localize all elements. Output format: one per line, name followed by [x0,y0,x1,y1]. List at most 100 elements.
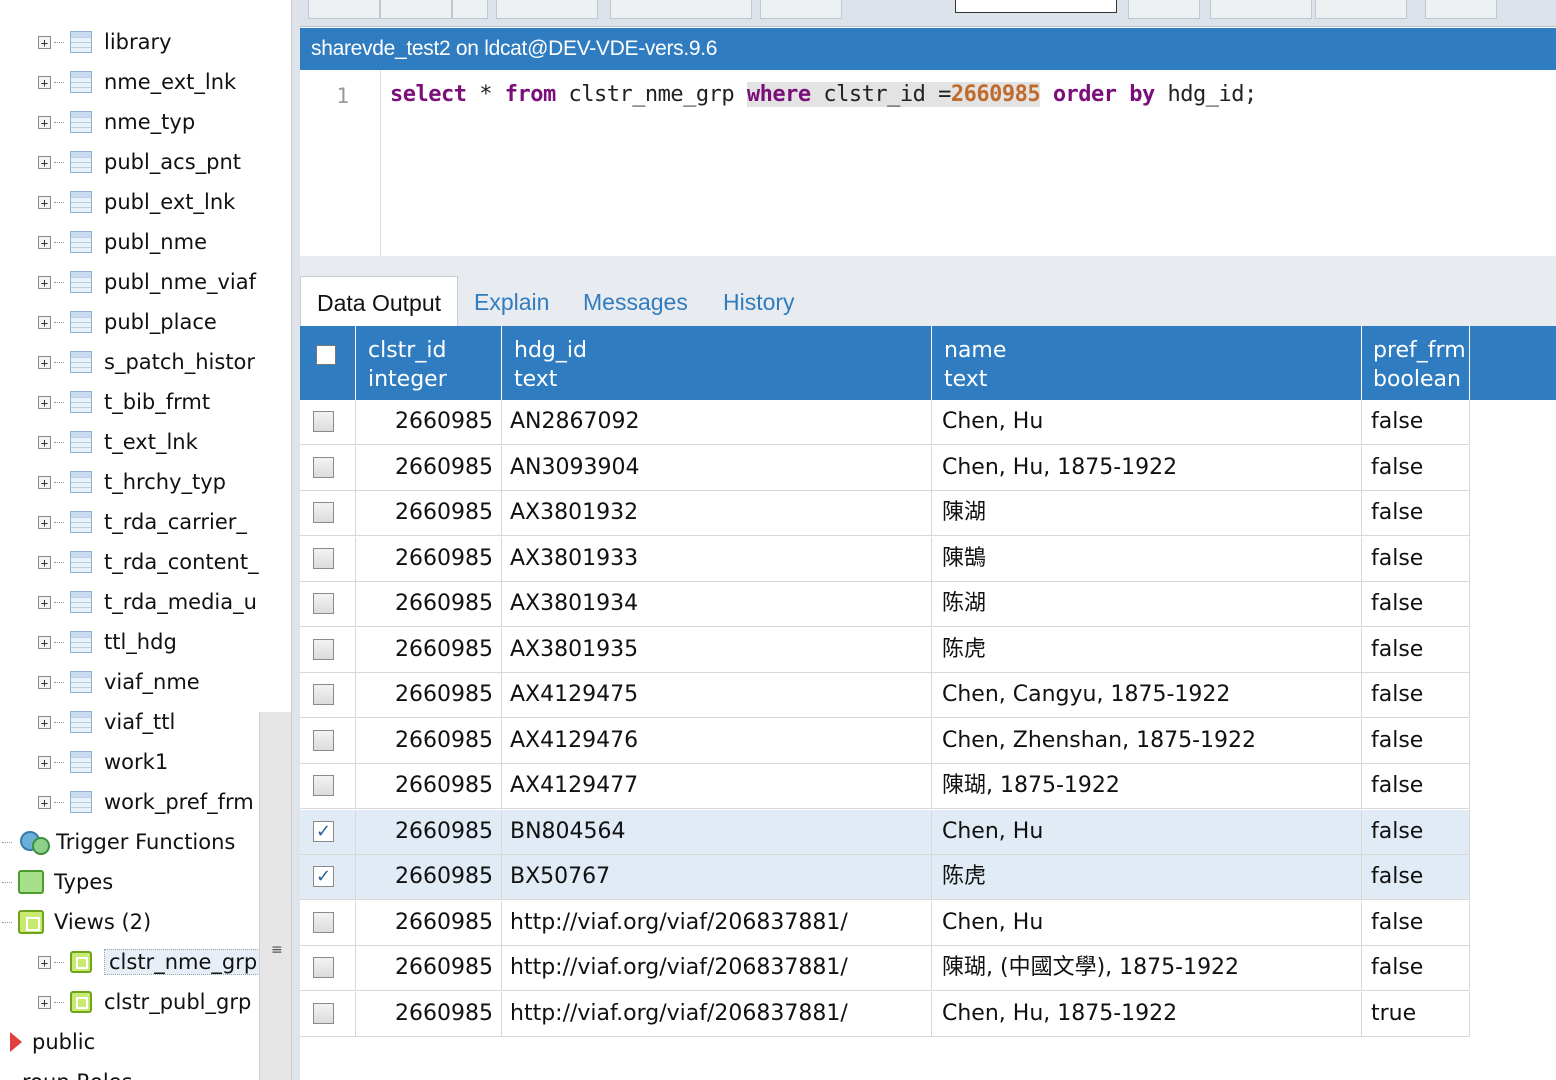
row-checkbox[interactable] [313,593,334,614]
expand-icon[interactable]: + [38,355,51,369]
cell-clstr-id[interactable]: 2660985 [356,809,502,854]
tree-item-views[interactable]: Views (2) [2,902,151,942]
tab-explain[interactable]: Explain [458,276,565,326]
tree-item-schema-public[interactable]: public [10,1022,95,1062]
toolbar-button[interactable] [1315,0,1407,19]
row-select-cell[interactable] [300,400,356,444]
row-select-cell[interactable] [300,627,356,672]
cell-clstr-id[interactable]: 2660985 [356,400,502,444]
cell-clstr-id[interactable]: 2660985 [356,445,502,490]
tree-item-table[interactable]: + t_rda_media_u [38,582,257,622]
cell-pref-frm[interactable]: false [1362,491,1470,535]
tree-item-table[interactable]: + t_rda_content_ [38,542,259,582]
cell-hdg-id[interactable]: BN804564 [502,809,932,854]
row-select-cell[interactable] [300,582,356,626]
toolbar-button[interactable] [452,0,488,19]
tree-item-table[interactable]: + publ_ext_lnk [38,182,235,222]
cell-hdg-id[interactable]: http://viaf.org/viaf/206837881/ [502,991,932,1036]
table-row[interactable]: 2660985 AN3093904 Chen, Hu, 1875-1922 false [300,445,1470,491]
cell-hdg-id[interactable]: AX3801934 [502,582,932,626]
column-header-hdg-id[interactable]: hdg_id text [502,326,932,400]
tree-item-view[interactable]: + clstr_nme_grp [38,942,262,982]
expand-icon[interactable]: + [38,955,51,969]
cell-pref-frm[interactable]: false [1362,582,1470,626]
table-row[interactable]: ✓ 2660985 BN804564 Chen, Hu false [300,809,1470,855]
expand-icon[interactable]: + [38,515,51,529]
cell-clstr-id[interactable]: 2660985 [356,673,502,717]
expand-icon[interactable]: + [38,795,51,809]
cell-pref-frm[interactable]: false [1362,627,1470,672]
expand-icon[interactable]: + [38,235,51,249]
cell-pref-frm[interactable]: false [1362,809,1470,854]
cell-clstr-id[interactable]: 2660985 [356,900,502,945]
tree-item-table[interactable]: + s_patch_histor [38,342,255,382]
tab-data-output[interactable]: Data Output [300,276,459,327]
table-row[interactable]: 2660985 AX3801932 陳湖 false [300,491,1470,536]
row-checkbox[interactable] [313,502,334,523]
expand-icon[interactable]: + [38,595,51,609]
row-select-cell[interactable] [300,764,356,808]
table-row[interactable]: 2660985 AX3801935 陈虎 false [300,627,1470,673]
cell-name[interactable]: 陳湖 [932,491,1362,535]
tree-item-table[interactable]: + t_hrchy_typ [38,462,226,502]
row-checkbox[interactable] [313,638,334,660]
expand-icon[interactable]: + [38,195,51,209]
row-checkbox[interactable]: ✓ [313,820,334,842]
cell-clstr-id[interactable]: 2660985 [356,627,502,672]
cell-name[interactable]: Chen, Hu, 1875-1922 [932,445,1362,490]
tree-item-table[interactable]: + t_rda_carrier_ [38,502,247,542]
tree-item-table[interactable]: + work_pref_frm [38,782,254,822]
expand-icon[interactable]: + [38,315,51,329]
expand-icon[interactable]: + [38,155,51,169]
cell-clstr-id[interactable]: 2660985 [356,764,502,808]
cell-hdg-id[interactable]: BX50767 [502,855,932,899]
tab-messages[interactable]: Messages [567,276,704,326]
tree-item-view[interactable]: + clstr_publ_grp [38,982,251,1022]
sql-code-line[interactable]: select * from clstr_nme_grp where clstr_… [390,82,1257,107]
cell-hdg-id[interactable]: http://viaf.org/viaf/206837881/ [502,900,932,945]
cell-name[interactable]: 陳瑚, 1875-1922 [932,764,1362,808]
expand-icon[interactable]: + [38,715,51,729]
row-checkbox[interactable] [313,1002,334,1024]
cell-name[interactable]: 陳鵠 [932,536,1362,581]
tree-item-table[interactable]: + t_bib_frmt [38,382,210,422]
table-row[interactable]: 2660985 http://viaf.org/viaf/206837881/Ch… [300,900,1470,946]
row-select-cell[interactable] [300,991,356,1036]
cell-pref-frm[interactable]: false [1362,855,1470,899]
expand-icon[interactable]: + [38,115,51,129]
row-checkbox[interactable] [313,684,334,705]
row-select-cell[interactable] [300,900,356,945]
tree-item-table[interactable]: + viaf_ttl [38,702,175,742]
cell-name[interactable]: Chen, Cangyu, 1875-1922 [932,673,1362,717]
cell-pref-frm[interactable]: false [1362,673,1470,717]
tree-item-table[interactable]: + ttl_hdg [38,622,177,662]
row-select-cell[interactable] [300,445,356,490]
expand-icon[interactable]: + [38,995,51,1009]
expand-icon[interactable]: + [38,755,51,769]
expand-icon[interactable]: + [38,475,51,489]
toolbar-button[interactable] [1425,0,1497,19]
expand-icon[interactable]: + [38,35,51,49]
column-header-pref-frm[interactable]: pref_frm boolean [1362,326,1470,400]
cell-hdg-id[interactable]: AN2867092 [502,400,932,444]
tree-item-table[interactable]: + t_ext_lnk [38,422,198,462]
cell-pref-frm[interactable]: true [1362,991,1470,1036]
toolbar-button[interactable] [760,0,842,19]
row-select-cell[interactable]: ✓ [300,809,356,854]
toolbar-button[interactable] [1128,0,1200,19]
tree-item-table[interactable]: + viaf_nme [38,662,200,702]
cell-hdg-id[interactable]: AX4129477 [502,764,932,808]
table-row[interactable]: 2660985 http://viaf.org/viaf/206837881/陳瑚… [300,946,1470,991]
table-row[interactable]: 2660985 AX3801933 陳鵠 false [300,536,1470,582]
cell-hdg-id[interactable]: AN3093904 [502,445,932,490]
toolbar-button[interactable] [496,0,598,19]
tree-item-group-roles[interactable]: roup Roles [22,1062,133,1080]
toolbar-button[interactable] [380,0,452,19]
table-row[interactable]: 2660985 AX4129477 陳瑚, 1875-1922 false [300,764,1470,809]
row-checkbox[interactable] [313,729,334,751]
expand-icon[interactable]: + [38,275,51,289]
cell-name[interactable]: 陈虎 [932,855,1362,899]
tab-history[interactable]: History [707,276,811,326]
cell-name[interactable]: Chen, Hu [932,809,1362,854]
table-row[interactable]: 2660985 AX3801934 陈湖 false [300,582,1470,627]
